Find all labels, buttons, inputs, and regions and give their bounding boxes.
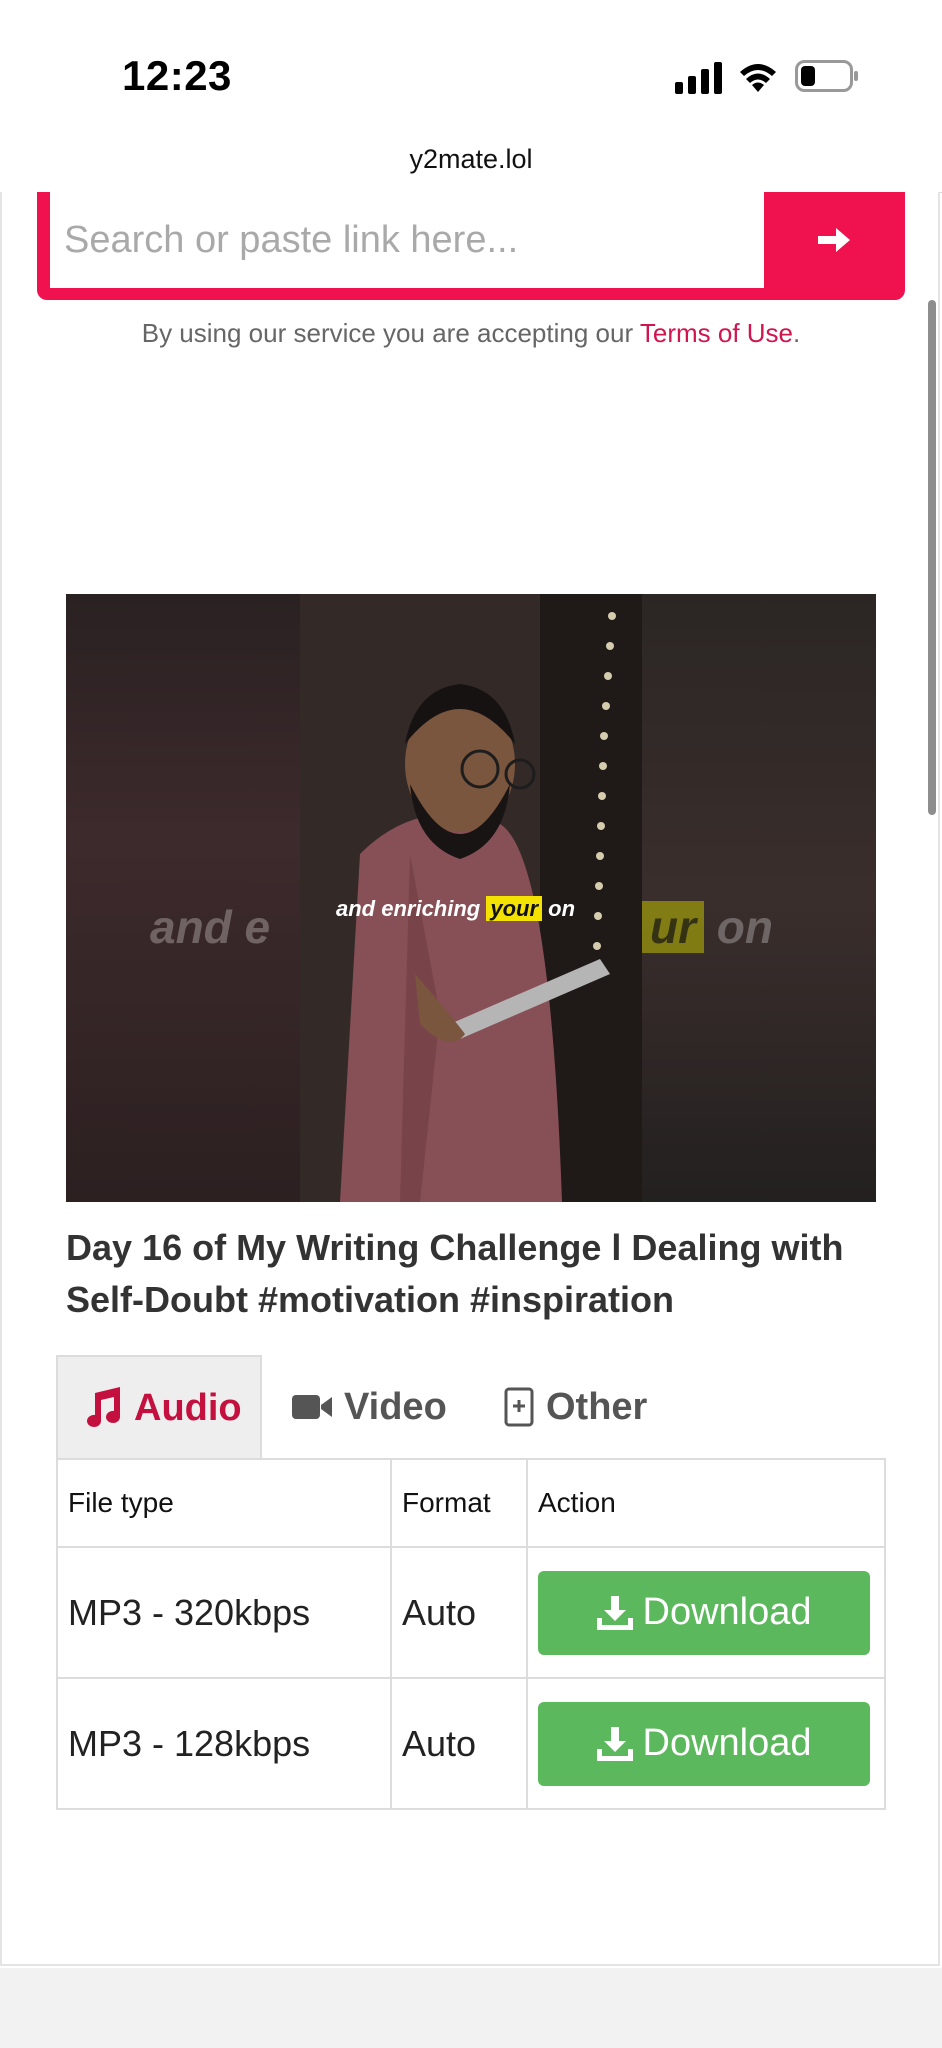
url-text: y2mate.lol — [409, 144, 533, 174]
download-button-label: Download — [642, 1591, 812, 1633]
tab-other-label: Other — [546, 1385, 648, 1428]
arrow-right-icon — [818, 228, 850, 252]
caption-before: and enriching — [336, 896, 487, 921]
caption-highlight: your — [486, 896, 543, 921]
caption-right-highlight: ur — [642, 901, 704, 953]
tab-audio-label: Audio — [134, 1386, 242, 1429]
terms-prefix: By using our service you are accepting o… — [141, 318, 640, 348]
table-row: MP3 - 128kbps Auto Download — [56, 1677, 886, 1810]
format-tabs: Audio Video Other — [56, 1355, 886, 1459]
bottom-toolbar-area — [0, 1968, 942, 2048]
download-icon — [596, 1726, 633, 1761]
url-bar[interactable]: y2mate.lol — [0, 130, 942, 193]
download-button-label: Download — [642, 1722, 812, 1764]
music-icon — [87, 1387, 120, 1427]
caption-right-fragment: ur on — [642, 900, 773, 954]
search-input[interactable] — [50, 192, 764, 288]
table-row: MP3 - 320kbps Auto Download — [56, 1546, 886, 1679]
status-time: 12:23 — [122, 52, 232, 99]
terms-notice: By using our service you are accepting o… — [0, 318, 942, 349]
tab-video[interactable]: Video — [292, 1355, 472, 1459]
wifi-icon — [740, 64, 776, 92]
download-button[interactable]: Download — [538, 1570, 870, 1655]
tab-other[interactable]: Other — [504, 1355, 694, 1459]
header-file-type: File type — [56, 1458, 392, 1548]
file-plus-icon — [504, 1387, 534, 1427]
action-cell: Download — [526, 1677, 886, 1810]
thumbnail-blur-right — [642, 594, 876, 1202]
caption-right-after: on — [704, 901, 773, 953]
terms-of-use-link[interactable]: Terms of Use — [640, 318, 793, 348]
header-action: Action — [526, 1458, 886, 1548]
search-submit-button[interactable] — [764, 192, 904, 288]
battery-icon — [795, 60, 858, 92]
download-table: File type Format Action MP3 - 320kbps Au… — [56, 1458, 886, 1810]
video-title: Day 16 of My Writing Challenge l Dealing… — [66, 1227, 844, 1320]
tab-video-label: Video — [344, 1385, 447, 1428]
status-bar: 12:23 — [0, 0, 942, 130]
file-type-cell: MP3 - 128kbps — [56, 1677, 392, 1810]
caption-after: on — [542, 896, 576, 921]
video-thumbnail[interactable]: and e ur on and enriching your on — [66, 594, 876, 1202]
video-caption: and enriching your on — [336, 896, 575, 922]
video-camera-icon — [292, 1395, 332, 1419]
download-button[interactable]: Download — [538, 1701, 870, 1786]
caption-left-fragment: and e — [150, 901, 271, 953]
download-icon — [596, 1595, 633, 1630]
cellular-signal-icon — [675, 62, 722, 94]
terms-suffix: . — [793, 318, 801, 348]
scrollbar[interactable] — [928, 300, 936, 815]
table-header-row: File type Format Action — [56, 1458, 886, 1548]
thumbnail-blur-left — [66, 594, 300, 1202]
header-format: Format — [390, 1458, 528, 1548]
tab-audio[interactable]: Audio — [56, 1355, 262, 1459]
file-type-cell: MP3 - 320kbps — [56, 1546, 392, 1679]
format-cell: Auto — [390, 1546, 528, 1679]
format-cell: Auto — [390, 1677, 528, 1810]
action-cell: Download — [526, 1546, 886, 1679]
